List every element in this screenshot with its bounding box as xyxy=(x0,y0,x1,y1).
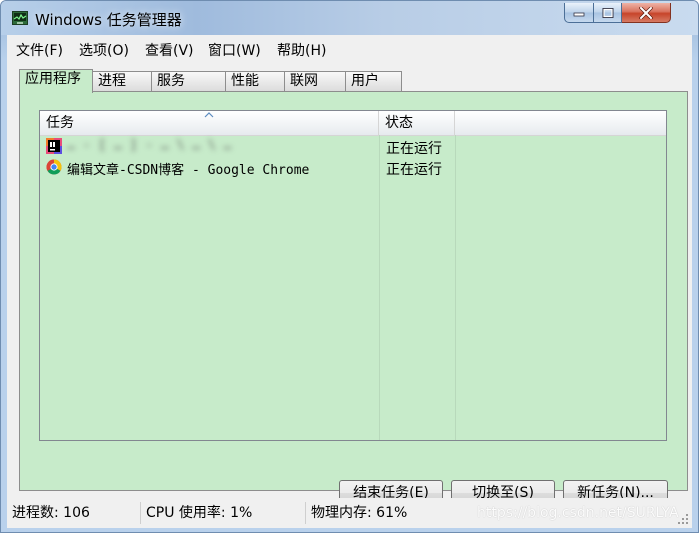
menu-help[interactable]: 帮助(H) xyxy=(277,40,326,60)
list-header: 任务 状态 xyxy=(40,111,666,136)
resize-grip-icon[interactable] xyxy=(677,513,689,525)
menu-options[interactable]: 选项(O) xyxy=(79,40,129,60)
menu-window[interactable]: 窗口(W) xyxy=(208,40,261,60)
task-list[interactable]: 任务 状态 … - […] - … \ … \ … 正在运行 编辑文章-CS… xyxy=(39,110,667,441)
task-manager-window: Windows 任务管理器 文件(F) 选项(O) 查看(V) 窗口(W) 帮助… xyxy=(0,0,699,533)
task-status: 正在运行 xyxy=(386,141,442,157)
column-divider xyxy=(379,135,380,440)
task-status: 正在运行 xyxy=(386,162,442,178)
column-divider xyxy=(455,135,456,440)
memory-usage: 物理内存: 61% xyxy=(305,502,465,524)
maximize-button[interactable] xyxy=(594,3,622,23)
tab-users[interactable]: 用户 xyxy=(345,71,402,91)
close-icon xyxy=(639,6,653,19)
task-row[interactable]: 编辑文章-CSDN博客 - Google Chrome 正在运行 xyxy=(40,157,666,178)
sort-ascending-icon xyxy=(204,112,214,118)
minimize-icon xyxy=(573,12,585,16)
task-name: 编辑文章-CSDN博客 - Google Chrome xyxy=(67,163,310,178)
column-header-task[interactable]: 任务 xyxy=(40,111,379,135)
title-bar[interactable]: Windows 任务管理器 xyxy=(1,1,698,35)
intellij-idea-icon xyxy=(46,138,62,154)
tab-services[interactable]: 服务 xyxy=(151,71,226,91)
client-area: 应用程序 进程 服务 性能 联网 用户 任务 状态 … - […] - … … xyxy=(7,61,692,506)
column-header-task-label: 任务 xyxy=(46,115,74,131)
tab-processes[interactable]: 进程 xyxy=(92,71,152,91)
task-name: … - [ … ] - … \ … \ … xyxy=(67,138,232,153)
column-header-status[interactable]: 状态 xyxy=(379,111,455,135)
menu-file[interactable]: 文件(F) xyxy=(16,40,63,60)
close-button[interactable] xyxy=(622,3,671,23)
column-header-status-label: 状态 xyxy=(385,115,413,131)
tab-performance[interactable]: 性能 xyxy=(225,71,285,91)
task-row[interactable]: … - [ … ] - … \ … \ … 正在运行 xyxy=(40,136,666,157)
maximize-icon xyxy=(602,7,613,18)
window-title: Windows 任务管理器 xyxy=(35,11,182,29)
chrome-icon xyxy=(46,159,62,175)
minimize-button[interactable] xyxy=(564,3,594,23)
tab-networking[interactable]: 联网 xyxy=(284,71,346,91)
task-manager-app-icon xyxy=(12,11,28,25)
watermark-text: https://blog.csdn.net/SURLYA xyxy=(477,505,679,521)
menu-bar: 文件(F) 选项(O) 查看(V) 窗口(W) 帮助(H) xyxy=(7,35,692,61)
cpu-usage: CPU 使用率: 1% xyxy=(140,502,303,524)
process-count: 进程数: 106 xyxy=(12,505,90,521)
applications-panel: 任务 状态 … - […] - … \ … \ … 正在运行 编辑文章-CS… xyxy=(19,91,688,506)
status-bar: 进程数: 106 CPU 使用率: 1% 物理内存: 61% https://b… xyxy=(7,498,692,528)
tab-applications[interactable]: 应用程序 xyxy=(19,69,93,93)
menu-view[interactable]: 查看(V) xyxy=(145,40,194,60)
